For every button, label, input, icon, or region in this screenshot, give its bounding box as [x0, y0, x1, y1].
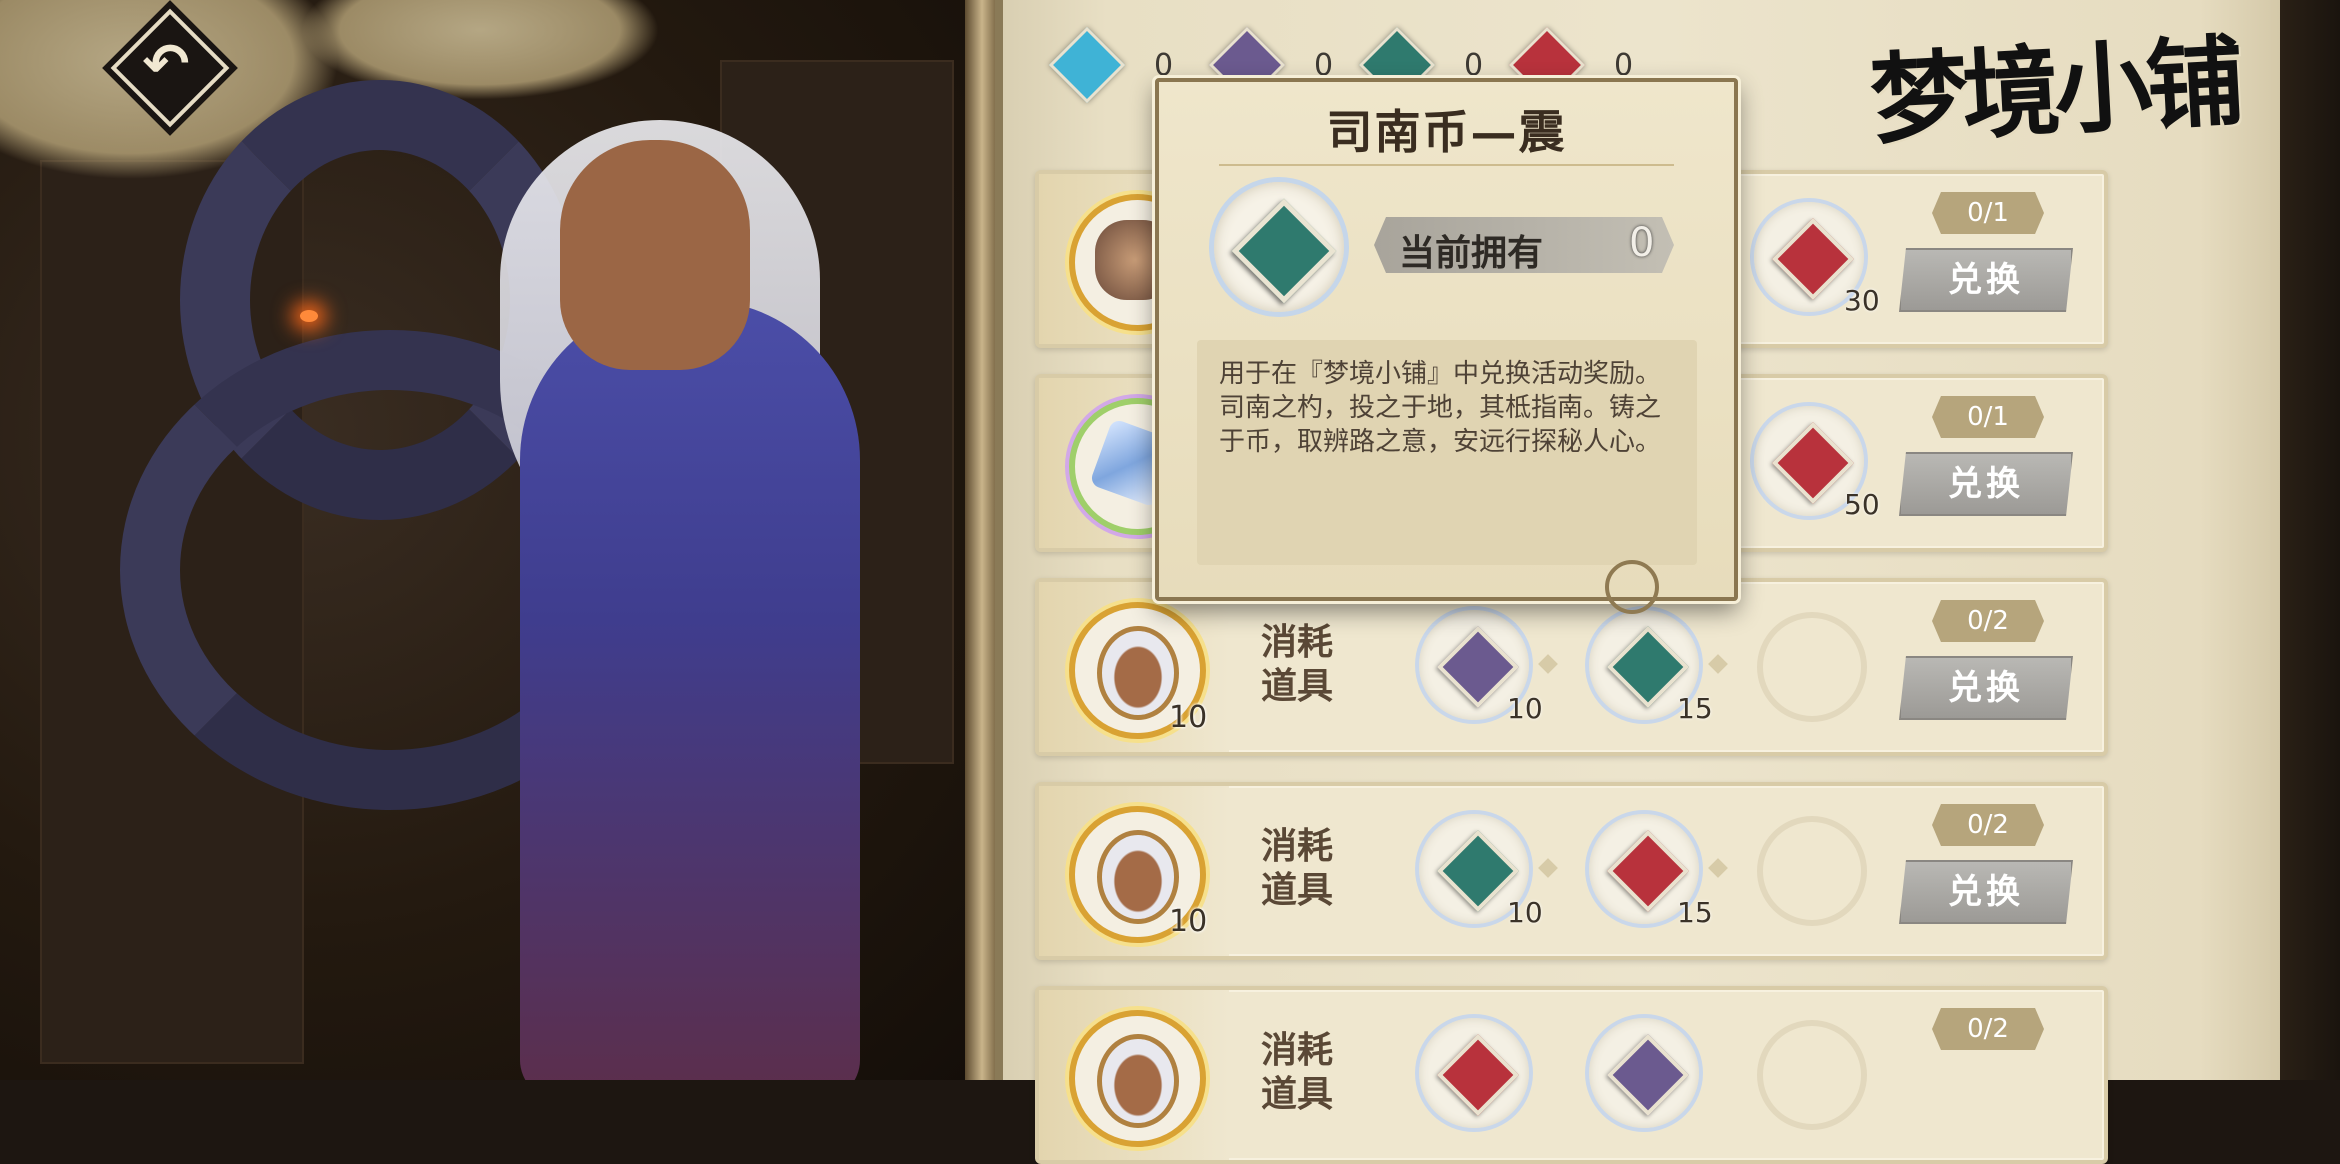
cost-quantity: 15	[1677, 896, 1713, 929]
tooltip-item-icon	[1214, 182, 1344, 312]
item-category: 消耗道具	[1261, 825, 1334, 911]
cost-quantity: 30	[1844, 284, 1880, 317]
purchase-limit: 0/1	[1932, 192, 2044, 234]
compass-coin-cyan-icon	[1048, 26, 1126, 104]
back-button[interactable]: ↶	[110, 8, 230, 128]
item-category: 消耗道具	[1261, 621, 1334, 707]
cost-quantity: 15	[1677, 692, 1713, 725]
shop-logo: 梦境小铺	[1867, 24, 2242, 159]
portrait-icon	[1097, 1034, 1179, 1128]
shop-row: 10 消耗道具 10 15 0/2 兑换	[1035, 578, 2108, 756]
separator-diamond	[1708, 654, 1728, 674]
character-face	[560, 140, 750, 370]
tooltip-title: 司南币—震	[1326, 105, 1567, 159]
separator-diamond	[1708, 858, 1728, 878]
snake-eye	[300, 310, 318, 322]
portrait-icon	[1097, 830, 1179, 924]
product-quantity: 10	[1169, 700, 1208, 735]
cost-quantity: 10	[1507, 692, 1543, 725]
exchange-button[interactable]: 兑换	[1899, 248, 2073, 312]
exchange-button[interactable]: 兑换	[1899, 860, 2073, 924]
owned-label: 当前拥有	[1399, 232, 1544, 274]
product-icon[interactable]	[1069, 1010, 1206, 1147]
title-divider	[1219, 164, 1674, 166]
right-border	[2280, 0, 2340, 1080]
purchase-limit: 0/1	[1932, 396, 2044, 438]
fox-coin-red-icon	[1771, 421, 1855, 505]
cost-item	[1589, 1018, 1699, 1128]
empty-cost-slot	[1757, 816, 1867, 926]
product-quantity: 10	[1169, 904, 1208, 939]
cost-quantity: 50	[1844, 488, 1880, 521]
fox-coin-purple-icon	[1606, 1033, 1690, 1117]
back-arrow-icon: ↶	[142, 31, 190, 97]
item-category: 消耗道具	[1261, 1029, 1334, 1115]
crab-coin-teal-icon	[1231, 198, 1337, 304]
item-description: 用于在『梦境小铺』中兑换活动奖励。 司南之杓，投之于地，其柢指南。铸之于币，取辨…	[1219, 357, 1679, 459]
exchange-button[interactable]: 兑换	[1899, 452, 2073, 516]
owned-value: 0	[1629, 220, 1655, 266]
portrait-icon	[1097, 626, 1179, 720]
item-tooltip: 司南币—震 当前拥有 0 用于在『梦境小铺』中兑换活动奖励。 司南之杓，投之于地…	[1155, 78, 1738, 601]
cost-item	[1419, 1018, 1529, 1128]
exchange-button[interactable]: 兑换	[1899, 656, 2073, 720]
empty-cost-slot	[1757, 1020, 1867, 1130]
character-art	[0, 0, 980, 1080]
purchase-limit: 0/2	[1932, 600, 2044, 642]
scroll-clasp	[1605, 560, 1659, 614]
cost-quantity: 10	[1507, 896, 1543, 929]
empty-cost-slot	[1757, 612, 1867, 722]
separator-diamond	[1538, 858, 1558, 878]
description-line: 用于在『梦境小铺』中兑换活动奖励。	[1219, 359, 1662, 389]
shop-row: 消耗道具 0/2	[1035, 986, 2108, 1164]
purchase-limit: 0/2	[1932, 1008, 2044, 1050]
scroll-edge	[965, 0, 999, 1080]
purchase-limit: 0/2	[1932, 804, 2044, 846]
separator-diamond	[1538, 654, 1558, 674]
shop-row: 10 消耗道具 10 15 0/2 兑换	[1035, 782, 2108, 960]
fox-coin-red-icon	[1436, 1033, 1520, 1117]
description-line: 司南之杓，投之于地，其柢指南。铸之于币，取辨路之意，安远行探秘人心。	[1219, 393, 1662, 457]
fox-coin-red-icon	[1771, 217, 1855, 301]
character-dress	[520, 300, 860, 1080]
